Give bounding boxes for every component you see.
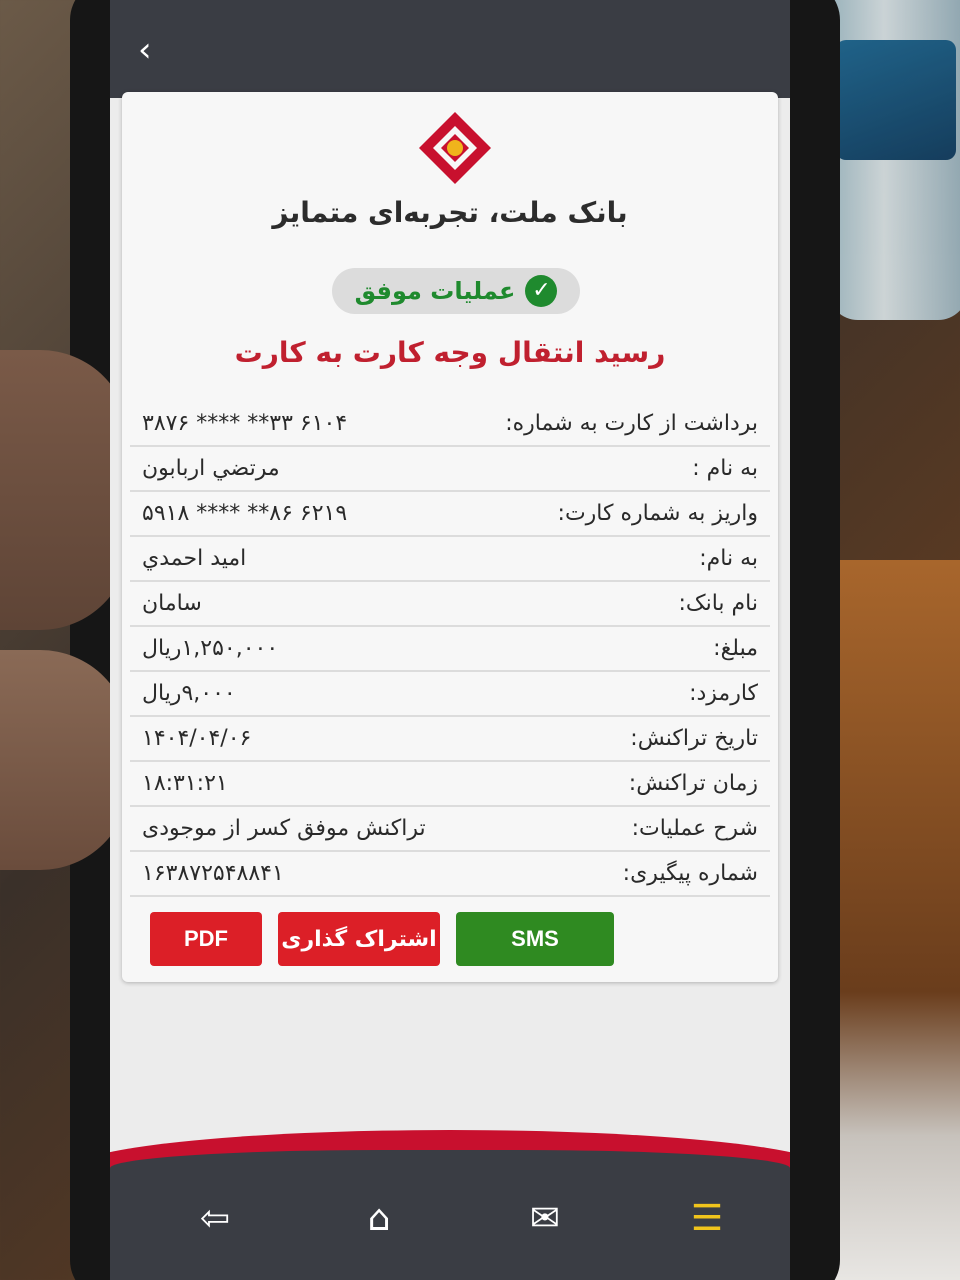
top-bar: ‹ (110, 0, 790, 98)
row-date: تاریخ تراکنش: ۱۴۰۴/۰۴/۰۶ (130, 717, 770, 762)
row-value: ۱۸:۳۱:۲۱ (142, 771, 228, 796)
chevron-left-icon[interactable]: ‹ (138, 30, 174, 70)
row-value: امید احمدي (142, 546, 247, 571)
status-text: عملیات موفق (354, 277, 516, 305)
row-value: مرتضي اربابون (142, 456, 280, 481)
receipt-details: برداشت از کارت به شماره: ۶۱۰۴ ۳۳** **** … (130, 402, 770, 897)
row-label: زمان تراکنش: (628, 771, 758, 796)
receipt-title: رسید انتقال وجه کارت به کارت (234, 336, 666, 369)
mail-icon[interactable]: ✉ (520, 1194, 570, 1244)
water-bottle (828, 0, 960, 320)
bank-mellat-logo-icon (419, 112, 491, 184)
row-amount: مبلغ: ۱,۲۵۰,۰۰۰ریال (130, 627, 770, 672)
bottle-label (836, 40, 956, 160)
row-label: نام بانک: (678, 591, 759, 616)
row-value: ۶۱۰۴ ۳۳** **** ۳۸۷۶ (142, 411, 348, 436)
row-value: ۱,۲۵۰,۰۰۰ریال (142, 636, 279, 661)
menu-icon[interactable]: ☰ (682, 1194, 732, 1244)
row-tracking: شماره پیگیری: ۱۶۳۸۷۲۵۴۸۸۴۱ (130, 852, 770, 897)
row-value: تراکنش موفق کسر از موجودی (142, 816, 426, 841)
sms-button[interactable]: SMS (456, 912, 614, 966)
receipt-card: بانک ملت، تجربه‌ای متمایز ✓ عملیات موفق … (122, 92, 778, 982)
row-label: به نام : (692, 456, 758, 481)
phone-screen: ‹ بانک ملت، تجربه‌ای متمایز ✓ عملیات موف… (110, 0, 790, 1280)
row-label: کارمزد: (689, 681, 758, 706)
row-dest-card: واریز به شماره کارت: ۶۲۱۹ ۸۶** **** ۵۹۱۸ (130, 492, 770, 537)
home-icon[interactable]: ⌂ (354, 1194, 404, 1244)
row-label: تاریخ تراکنش: (630, 726, 758, 751)
row-fee: کارمزد: ۹,۰۰۰ریال (130, 672, 770, 717)
pdf-button[interactable]: PDF (150, 912, 262, 966)
row-dest-name: به نام: امید احمدي (130, 537, 770, 582)
bank-tagline: بانک ملت، تجربه‌ای متمایز (272, 196, 628, 229)
row-value: ۱۴۰۴/۰۴/۰۶ (142, 726, 252, 751)
row-label: به نام: (699, 546, 758, 571)
row-value: ۹,۰۰۰ریال (142, 681, 236, 706)
row-label: شرح عملیات: (631, 816, 758, 841)
exit-icon[interactable]: ⇦ (190, 1194, 240, 1244)
row-source-name: به نام : مرتضي اربابون (130, 447, 770, 492)
row-value: ۶۲۱۹ ۸۶** **** ۵۹۱۸ (142, 501, 348, 526)
status-badge: ✓ عملیات موفق (332, 268, 580, 314)
row-value: سامان (142, 591, 202, 616)
share-button[interactable]: اشتراک گذاری (278, 912, 440, 966)
action-buttons: PDF اشتراک گذاری SMS (150, 912, 750, 968)
check-circle-icon: ✓ (525, 275, 558, 307)
wooden-table (820, 560, 960, 1280)
row-source-card: برداشت از کارت به شماره: ۶۱۰۴ ۳۳** **** … (130, 402, 770, 447)
bottom-nav: ⇦ ⌂ ✉ ☰ (110, 1150, 790, 1280)
row-bank-name: نام بانک: سامان (130, 582, 770, 627)
row-label: شماره پیگیری: (622, 861, 758, 886)
row-label: برداشت از کارت به شماره: (505, 411, 758, 436)
row-label: مبلغ: (713, 636, 758, 661)
row-label: واریز به شماره کارت: (557, 501, 758, 526)
row-time: زمان تراکنش: ۱۸:۳۱:۲۱ (130, 762, 770, 807)
row-value: ۱۶۳۸۷۲۵۴۸۸۴۱ (142, 861, 284, 886)
row-description: شرح عملیات: تراکنش موفق کسر از موجودی (130, 807, 770, 852)
